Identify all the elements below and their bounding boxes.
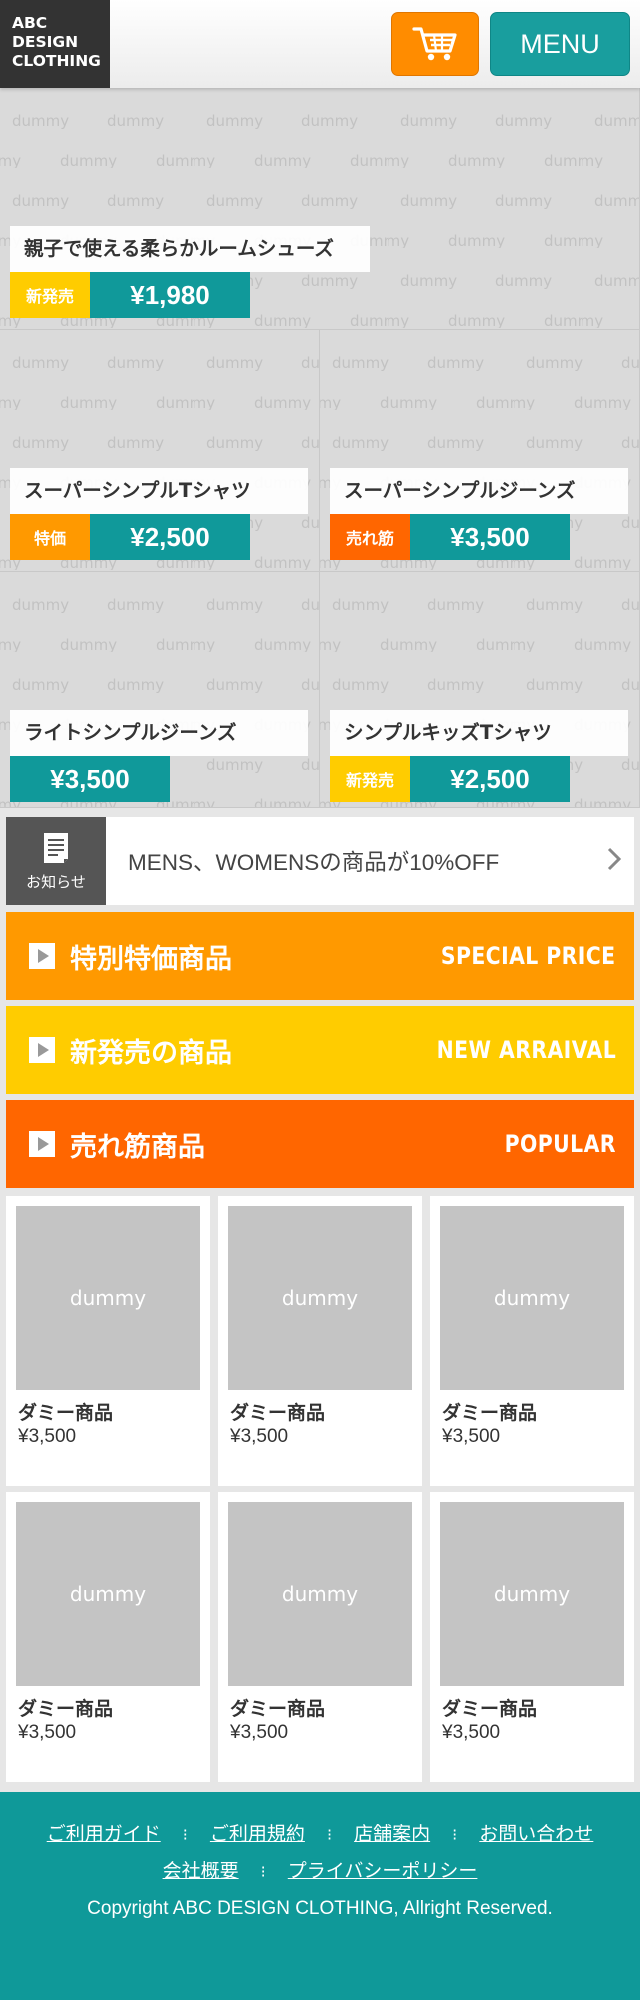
product-price: ¥3,500 (442, 1426, 501, 1447)
product-name: ダミー商品 (18, 1698, 114, 1720)
category-title: 新発売の商品 (70, 1037, 232, 1069)
featured-item-price: ¥2,500 (90, 514, 250, 560)
notice-label: お知らせ (26, 872, 86, 891)
featured-item-tag: 新発売 (10, 272, 90, 318)
featured-item-name: スーパーシンプルジーンズ (330, 468, 628, 514)
notice-banner[interactable]: お知らせ MENS、WOMENSの商品が10%OFF (6, 817, 634, 905)
logo-line-2: DESIGN (12, 33, 79, 51)
product-name: ダミー商品 (230, 1698, 326, 1720)
product-card[interactable]: dummy ダミー商品 ¥3,500 (6, 1492, 210, 1782)
featured-item-tag: 特価 (10, 514, 90, 560)
product-image: dummy (228, 1206, 412, 1390)
category-subtitle: SPECIAL PRICE (441, 942, 616, 970)
featured-item-price: ¥3,500 (10, 756, 170, 802)
featured-item-tag: 売れ筋 (330, 514, 410, 560)
category-subtitle: NEW ARRAIVAL (436, 1036, 616, 1064)
featured-item[interactable]: ライトシンプルジーンズ ¥3,500 (0, 572, 320, 808)
featured-item[interactable]: 親子で使える柔らかルームシューズ 新発売 ¥1,980 (0, 88, 640, 330)
copyright: Copyright ABC DESIGN CLOTHING, Allright … (87, 1898, 553, 1919)
product-image: dummy (16, 1206, 200, 1390)
footer-link-guide[interactable]: ご利用ガイド (47, 1823, 161, 1845)
cart-button[interactable] (391, 12, 479, 76)
product-card[interactable]: dummy ダミー商品 ¥3,500 (218, 1492, 422, 1782)
footer-link-company[interactable]: 会社概要 (163, 1860, 239, 1882)
featured-item-tag: 新発売 (330, 756, 410, 802)
product-card[interactable]: dummy ダミー商品 ¥3,500 (430, 1196, 634, 1486)
site-logo[interactable]: ABC DESIGN CLOTHING (0, 0, 110, 88)
product-card[interactable]: dummy ダミー商品 ¥3,500 (430, 1492, 634, 1782)
footer-separator: ⁝ (260, 1862, 266, 1881)
product-name: ダミー商品 (230, 1402, 326, 1424)
product-name: ダミー商品 (18, 1402, 114, 1424)
featured-item-price: ¥2,500 (410, 756, 570, 802)
category-subtitle: POPULAR (504, 1130, 616, 1158)
category-new-arrival[interactable]: 新発売の商品 NEW ARRAIVAL (6, 1006, 634, 1094)
document-icon (44, 832, 68, 863)
featured-item-price: ¥3,500 (410, 514, 570, 560)
logo-line-1: ABC (12, 14, 48, 32)
featured-item[interactable]: スーパーシンプルTシャツ 特価 ¥2,500 (0, 330, 320, 572)
footer-link-contact[interactable]: お問い合わせ (479, 1823, 593, 1845)
featured-item-name: シンプルキッズTシャツ (330, 710, 628, 756)
menu-button[interactable]: MENU (490, 12, 630, 76)
notice-icon-box: お知らせ (6, 817, 106, 905)
product-name: ダミー商品 (442, 1402, 538, 1424)
product-image: dummy (440, 1502, 624, 1686)
footer-link-stores[interactable]: 店舗案内 (354, 1823, 430, 1845)
site-header: ABC DESIGN CLOTHING MENU (0, 0, 640, 88)
product-image: dummy (228, 1502, 412, 1686)
logo-line-3: CLOTHING (12, 52, 101, 70)
footer-link-privacy[interactable]: プライバシーポリシー (288, 1860, 478, 1882)
featured-item[interactable]: スーパーシンプルジーンズ 売れ筋 ¥3,500 (320, 330, 640, 572)
featured-item[interactable]: シンプルキッズTシャツ 新発売 ¥2,500 (320, 572, 640, 808)
category-popular[interactable]: 売れ筋商品 POPULAR (6, 1100, 634, 1188)
category-special-price[interactable]: 特別特価商品 SPECIAL PRICE (6, 912, 634, 1000)
product-price: ¥3,500 (230, 1426, 289, 1447)
product-image: dummy (16, 1502, 200, 1686)
footer-link-terms[interactable]: ご利用規約 (210, 1823, 305, 1845)
footer-separator: ⁝ (452, 1825, 458, 1844)
category-title: 特別特価商品 (70, 943, 232, 975)
product-price: ¥3,500 (230, 1722, 289, 1743)
product-price: ¥3,500 (442, 1722, 501, 1743)
featured-item-price: ¥1,980 (90, 272, 250, 318)
play-icon (29, 943, 55, 969)
notice-text: MENS、WOMENSの商品が10%OFF (128, 850, 500, 875)
footer-separator: ⁝ (182, 1825, 188, 1844)
product-price: ¥3,500 (18, 1722, 77, 1743)
footer-separator: ⁝ (326, 1825, 333, 1844)
featured-item-name: 親子で使える柔らかルームシューズ (10, 226, 370, 272)
chevron-right-icon (594, 846, 634, 876)
cart-icon (412, 27, 457, 61)
featured-item-name: ライトシンプルジーンズ (10, 710, 308, 756)
product-card[interactable]: dummy ダミー商品 ¥3,500 (218, 1196, 422, 1486)
product-card[interactable]: dummy ダミー商品 ¥3,500 (6, 1196, 210, 1486)
play-icon (29, 1131, 55, 1157)
featured-item-name: スーパーシンプルTシャツ (10, 468, 308, 514)
product-price: ¥3,500 (18, 1426, 77, 1447)
category-title: 売れ筋商品 (70, 1131, 205, 1163)
product-image: dummy (440, 1206, 624, 1390)
site-footer: ご利用ガイド ⁝ ご利用規約 ⁝ 店舗案内 ⁝ お問い合わせ 会社概要 ⁝ プラ… (0, 1792, 640, 2000)
play-icon (29, 1037, 55, 1063)
featured-products: 親子で使える柔らかルームシューズ 新発売 ¥1,980 スーパーシンプルTシャツ… (0, 88, 640, 808)
product-name: ダミー商品 (442, 1698, 538, 1720)
